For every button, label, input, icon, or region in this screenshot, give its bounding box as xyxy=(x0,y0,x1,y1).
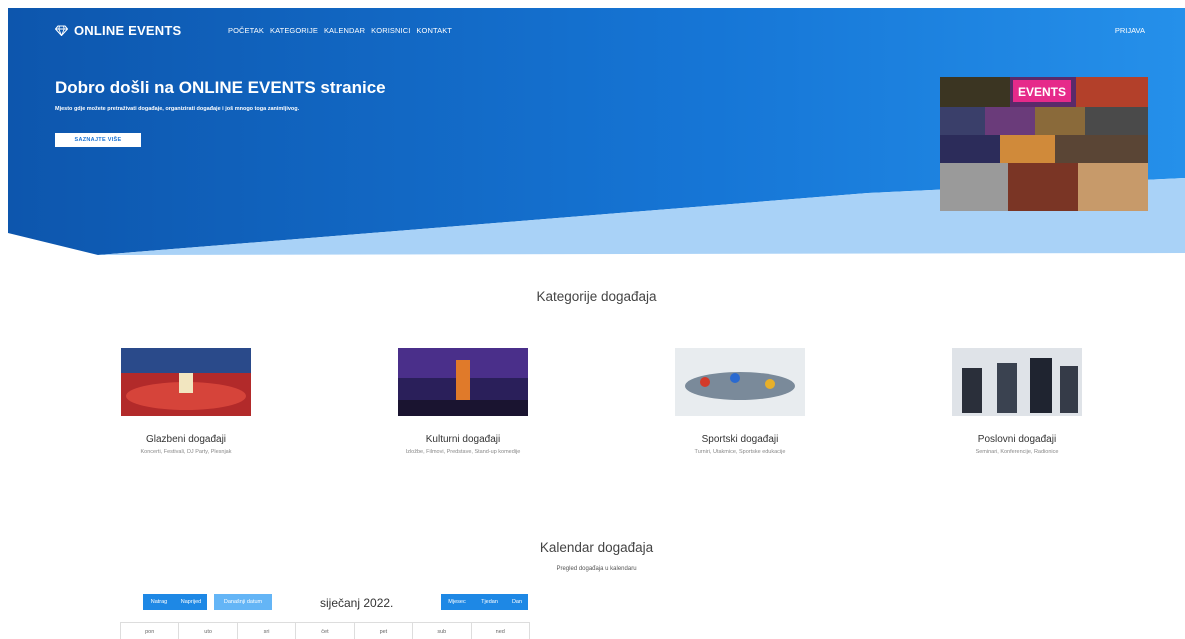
category-card-music[interactable]: Glazbeni događaji Koncerti, Festivali, D… xyxy=(86,348,286,455)
weekday-label: pon xyxy=(121,623,180,639)
nav-item-kontakt[interactable]: KONTAKT xyxy=(416,26,452,35)
hero-title: Dobro došli na ONLINE EVENTS stranice xyxy=(55,78,386,97)
calendar-subtitle: Pregled događaja u kalendaru xyxy=(556,566,637,572)
weekday-label: ned xyxy=(495,628,505,635)
category-description: Izložbe, Filmovi, Predstave, Stand-up ko… xyxy=(405,449,521,455)
culture-category-image xyxy=(398,348,528,416)
category-description: Seminari, Konferencije, Radionice xyxy=(975,449,1059,455)
diamond-icon xyxy=(55,25,68,36)
main-menu: POČETAK KATEGORIJE KALENDAR KORISNICI KO… xyxy=(228,26,452,35)
sport-category-image xyxy=(675,348,805,416)
category-name: Poslovni događaji xyxy=(977,434,1057,445)
category-name: Glazbeni događaji xyxy=(145,434,227,445)
today-button[interactable]: Današnji datum xyxy=(214,594,272,610)
brand-name: ONLINE EVENTS xyxy=(74,23,182,38)
category-card-sport[interactable]: Sportski događaji Turniri, Utakmice, Spo… xyxy=(640,348,840,455)
calendar-weekday-header: pon uto sri čet pet sub ned xyxy=(120,622,530,639)
collage-events-text: EVENTS xyxy=(1018,85,1066,99)
page: ONLINE EVENTS POČETAK KATEGORIJE KALENDA… xyxy=(8,8,1185,639)
login-link[interactable]: PRIJAVA xyxy=(1115,26,1145,35)
weekday-label: sri xyxy=(238,623,297,639)
nav-item-korisnici[interactable]: KORISNICI xyxy=(371,26,410,35)
calendar-title: Kalendar događaja xyxy=(539,540,654,555)
business-category-image xyxy=(952,348,1082,416)
category-name: Sportski događaji xyxy=(701,434,779,445)
week-view-button[interactable]: Tjedan xyxy=(473,594,506,610)
category-name: Kulturni događaji xyxy=(425,434,501,445)
categories-title: Kategorije događaja xyxy=(536,289,657,304)
navbar: ONLINE EVENTS POČETAK KATEGORIJE KALENDA… xyxy=(8,8,1185,54)
weekday-label: čet xyxy=(296,623,355,639)
nav-item-pocetak[interactable]: POČETAK xyxy=(228,26,264,35)
hero-subtitle: Mjesto gdje možete pretraživati događaje… xyxy=(55,106,300,112)
hero-section: ONLINE EVENTS POČETAK KATEGORIJE KALENDA… xyxy=(8,8,1185,268)
day-view-button[interactable]: Dan xyxy=(506,594,528,610)
events-collage-image: EVENTS xyxy=(940,77,1148,211)
prev-button[interactable]: Natrag xyxy=(143,594,175,610)
nav-item-kategorije[interactable]: KATEGORIJE xyxy=(270,26,318,35)
learn-more-button[interactable]: SAZNAJTE VIŠE xyxy=(55,133,141,147)
music-category-image xyxy=(121,348,251,416)
weekday-label: pet xyxy=(355,623,414,639)
brand-logo[interactable]: ONLINE EVENTS xyxy=(55,23,181,38)
next-button[interactable]: Naprijed xyxy=(175,594,207,610)
weekday-label: sub xyxy=(413,623,472,639)
weekday-label: uto xyxy=(179,623,238,639)
nav-item-kalendar[interactable]: KALENDAR xyxy=(324,26,365,35)
category-description: Turniri, Utakmice, Sportske edukacije xyxy=(694,449,786,455)
category-description: Koncerti, Festivali, DJ Party, Plesnjak xyxy=(140,449,232,455)
category-card-business[interactable]: Poslovni događaji Seminari, Konferencije… xyxy=(917,348,1117,455)
month-view-button[interactable]: Mjesec xyxy=(441,594,473,610)
calendar-month-title: siječanj 2022. xyxy=(320,596,394,610)
category-card-culture[interactable]: Kulturni događaji Izložbe, Filmovi, Pred… xyxy=(363,348,563,455)
